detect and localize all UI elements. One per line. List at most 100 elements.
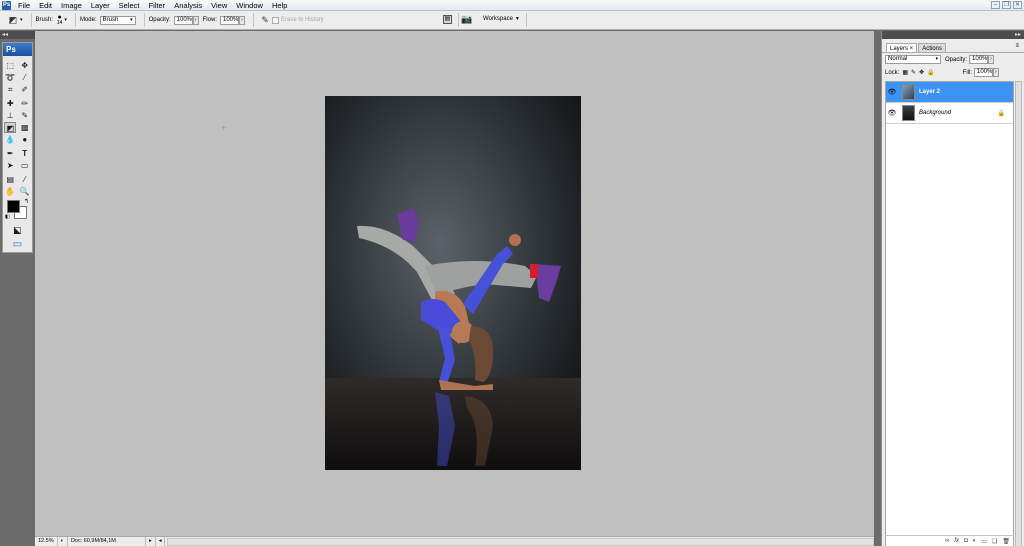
brush-picker[interactable]: ● 14 [56, 14, 63, 26]
swap-colors-icon[interactable]: ↰ [24, 198, 29, 205]
menu-help[interactable]: Help [268, 0, 292, 11]
link-layers-icon[interactable]: ∞ [945, 538, 949, 544]
menu-select[interactable]: Select [115, 0, 145, 11]
mode-select[interactable]: Brush ▾ [99, 15, 136, 25]
layer-thumbnail [902, 105, 915, 121]
brush-dropdown-arrow-icon[interactable]: ▾ [64, 17, 67, 23]
visibility-eye-icon[interactable]: 👁 [886, 88, 898, 96]
type-tool-icon[interactable]: T [19, 148, 31, 159]
lock-transparent-icon[interactable]: ▦ [902, 69, 908, 76]
path-selection-tool-icon[interactable]: ➤ [4, 160, 16, 171]
quick-mask-icon[interactable]: ⬕ [12, 225, 24, 236]
layer-style-icon[interactable]: fx [954, 538, 959, 544]
preset-dropdown-arrow-icon[interactable]: ▾ [20, 17, 23, 23]
brush-tool-icon[interactable]: ✏ [19, 98, 31, 109]
crop-tool-icon[interactable]: ⌗ [4, 84, 16, 95]
chevron-down-icon: ▼ [514, 16, 520, 22]
photoshop-app-icon[interactable]: Ps [2, 0, 11, 10]
status-menu-arrow-icon[interactable]: ▸ [146, 537, 156, 546]
tab-layers[interactable]: Layers × [886, 43, 918, 52]
blend-mode-select[interactable]: Normal ▾ [885, 55, 941, 64]
adjustment-layer-icon[interactable]: ◐ [973, 538, 977, 544]
lock-all-icon[interactable]: 🔒 [927, 69, 934, 76]
menu-filter[interactable]: Filter [145, 0, 171, 11]
default-colors-icon[interactable]: ◧ [5, 214, 10, 220]
menu-edit[interactable]: Edit [35, 0, 57, 11]
magic-wand-tool-icon[interactable]: ⁄ [19, 72, 31, 83]
menu-layer[interactable]: Layer [87, 0, 115, 11]
mode-value: Brush [102, 16, 119, 23]
slice-tool-icon[interactable]: ✐ [19, 84, 31, 95]
fill-label: Fill: [962, 69, 972, 76]
zoom-tool-icon[interactable]: 🔍 [19, 186, 31, 197]
eraser-tool-preset-icon[interactable]: ◩ [6, 14, 20, 26]
layer-opacity-input[interactable]: 100% [969, 55, 989, 64]
clone-stamp-tool-icon[interactable]: ⊥ [4, 110, 16, 121]
lock-image-icon[interactable]: ✎ [911, 69, 916, 76]
camera-icon[interactable]: 📷 [461, 14, 472, 25]
workspace-button[interactable]: Workspace ▼ [483, 16, 520, 22]
eyedropper-tool-icon[interactable]: ⁄ [19, 174, 31, 185]
gradient-tool-icon[interactable]: ▩ [19, 122, 31, 133]
fill-arrow-icon[interactable]: › [993, 68, 999, 77]
foreground-color-swatch[interactable] [7, 200, 20, 213]
blend-opacity-row: Normal ▾ Opacity: 100% › [882, 53, 1024, 66]
notes-tool-icon[interactable]: ▤ [4, 174, 16, 185]
lock-label: Lock: [885, 69, 900, 76]
horizontal-scrollbar[interactable] [167, 537, 874, 546]
menu-view[interactable]: View [207, 0, 232, 11]
tool-presets-icon[interactable]: ▤ [443, 15, 452, 24]
blur-tool-icon[interactable]: 💧 [4, 134, 16, 145]
cursor-crosshair-icon: + [221, 123, 227, 133]
menu-image[interactable]: Image [57, 0, 87, 11]
layer-row-layer-2[interactable]: 👁 Layer 2 [886, 82, 1013, 103]
zoom-level[interactable]: 12.5% [35, 537, 58, 546]
lasso-tool-icon[interactable]: ➰ [4, 72, 16, 83]
erase-to-history-checkbox[interactable] [271, 16, 279, 24]
restore-icon[interactable]: ❐ [1002, 1, 1011, 9]
panel-menu-icon[interactable]: ≡ [1015, 43, 1019, 52]
minimize-icon[interactable]: – [991, 1, 1000, 9]
layer-name[interactable]: Background [919, 110, 951, 116]
document-workspace[interactable]: + [35, 31, 874, 536]
menu-file[interactable]: File [14, 0, 35, 11]
rectangle-tool-icon[interactable]: ▭ [19, 160, 31, 171]
move-tool-icon[interactable]: ✥ [19, 60, 31, 71]
scroll-left-icon[interactable]: ◂ [156, 537, 166, 546]
toolbox-collapse-bar[interactable]: ◂◂ [0, 31, 35, 39]
lock-position-icon[interactable]: ✥ [919, 69, 924, 76]
opacity-input[interactable]: 100% [173, 15, 193, 25]
close-icon[interactable]: ✕ [1013, 1, 1022, 9]
screen-mode-icon[interactable]: ▭ [12, 239, 24, 250]
layer-name[interactable]: Layer 2 [919, 89, 940, 95]
brush-size: 14 [56, 19, 63, 26]
opacity-slider-arrow-icon[interactable]: › [192, 15, 199, 25]
flow-slider-arrow-icon[interactable]: › [238, 15, 245, 25]
flow-input[interactable]: 100% [219, 15, 239, 25]
fill-input[interactable]: 100% [974, 68, 993, 77]
delete-layer-icon[interactable]: 🗑 [1002, 538, 1010, 545]
new-group-icon[interactable]: ▭ [981, 538, 987, 545]
color-swatches: ↰ ◧ [3, 197, 32, 223]
menu-window[interactable]: Window [232, 0, 268, 11]
eraser-tool-icon[interactable]: ◩ [4, 121, 17, 133]
healing-brush-tool-icon[interactable]: ✚ [4, 98, 16, 109]
dodge-tool-icon[interactable]: ● [19, 134, 31, 145]
marquee-tool-icon[interactable]: ⬚ [4, 60, 16, 71]
menu-analysis[interactable]: Analysis [170, 0, 207, 11]
lock-fill-row: Lock: ▦ ✎ ✥ 🔒 Fill: 100% › [882, 66, 1024, 79]
pen-tool-icon[interactable]: ✒ [4, 148, 16, 159]
layer-mask-icon[interactable]: ◘ [964, 538, 968, 544]
hand-tool-icon[interactable]: ✋ [4, 186, 16, 197]
layer-row-background[interactable]: 👁 Background 🔒 [886, 103, 1013, 124]
new-layer-icon[interactable]: ❏ [992, 538, 997, 545]
airbrush-icon[interactable]: ✎ [258, 14, 272, 26]
history-brush-tool-icon[interactable]: ✎ [19, 110, 31, 121]
document-canvas[interactable] [325, 96, 581, 470]
dock-collapse-bar[interactable]: ▸▸ [882, 31, 1024, 39]
layer-opacity-arrow-icon[interactable]: › [988, 55, 995, 64]
status-info-icon[interactable]: ◐ [58, 537, 68, 546]
tab-actions[interactable]: Actions [918, 43, 946, 52]
visibility-eye-icon[interactable]: 👁 [886, 109, 898, 117]
layers-scrollbar[interactable] [1015, 81, 1022, 546]
